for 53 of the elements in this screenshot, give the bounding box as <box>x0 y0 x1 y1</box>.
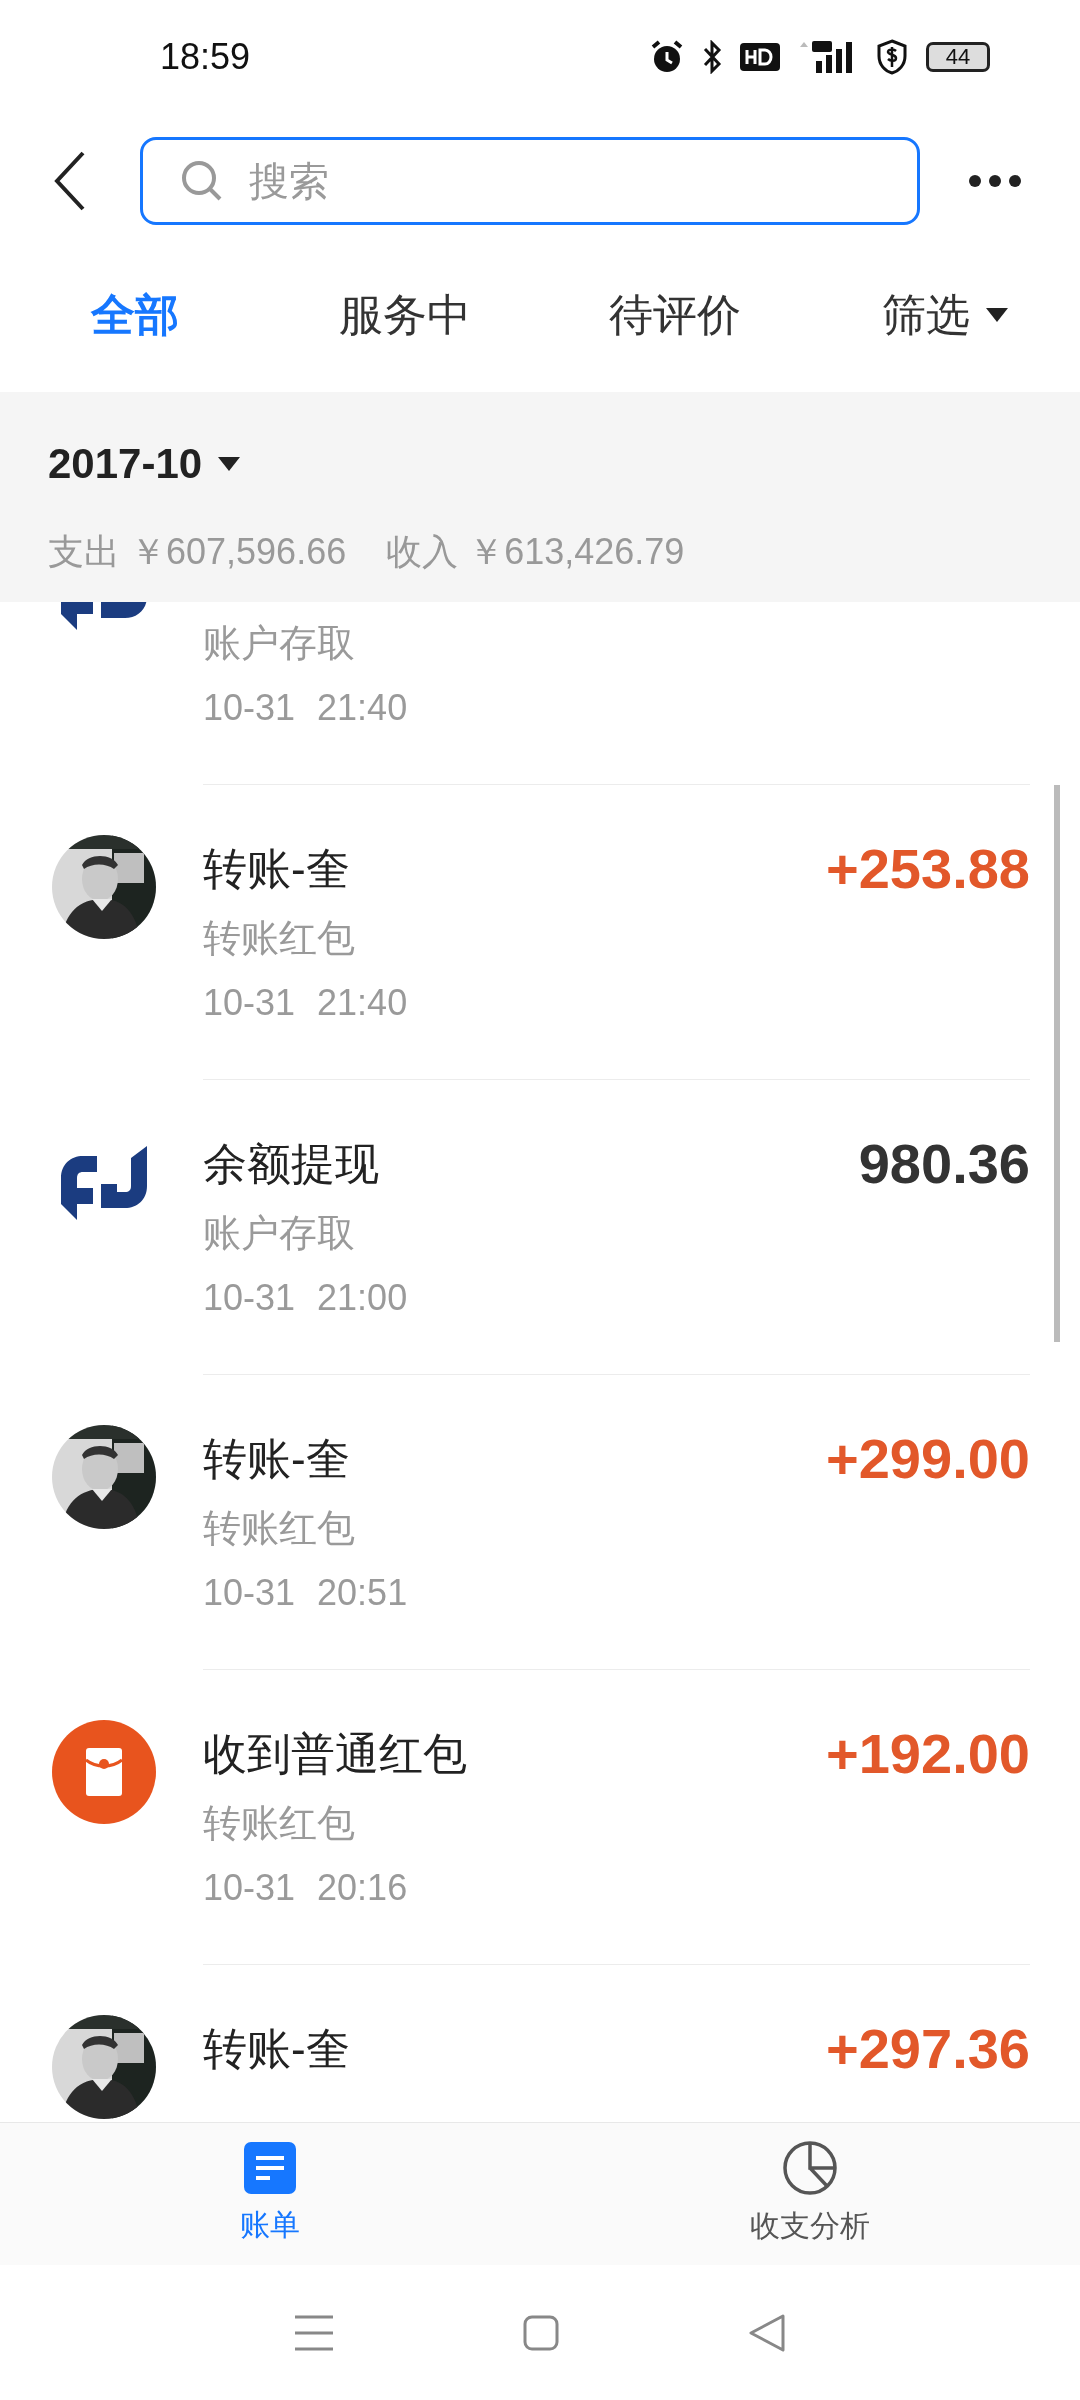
chevron-icon <box>53 151 87 211</box>
envelope-icon <box>52 1720 156 1824</box>
search-icon <box>180 159 224 203</box>
nav-tab[interactable]: 账单 <box>0 2123 540 2265</box>
hd-icon <box>740 42 780 71</box>
tab[interactable]: 服务中 <box>339 281 471 348</box>
tab[interactable]: 待评价 <box>609 281 741 348</box>
record-time: 20:51 <box>317 1571 408 1615</box>
income-total: 收入 ￥613,426.79 <box>386 530 685 574</box>
record-title[interactable]: 转账-奎 <box>203 1426 350 1492</box>
record-title[interactable]: 转账-奎 <box>203 836 350 902</box>
record-amount: +192.00 <box>826 1721 1030 1787</box>
record-category: 转账红包 <box>203 1506 355 1551</box>
record-title[interactable]: 转账-奎 <box>203 2016 350 2082</box>
record-category: 转账红包 <box>203 1801 355 1846</box>
record-date: 10-31 <box>203 686 296 730</box>
battery-icon: 44 <box>926 41 990 72</box>
record-amount: +253.88 <box>826 836 1030 902</box>
month-selector[interactable]: 2017-10 <box>48 432 203 495</box>
shield-icon <box>876 38 908 75</box>
menu-icon[interactable] <box>295 2314 333 2351</box>
record-category: 账户存取 <box>203 621 355 666</box>
list-icon <box>244 2141 296 2194</box>
filter-dropdown[interactable]: 筛选 <box>882 281 1008 348</box>
record-date: 10-31 <box>203 981 296 1025</box>
back-icon[interactable] <box>749 2313 785 2352</box>
logo-icon <box>59 1144 149 1220</box>
record-date: 10-31 <box>203 1571 296 1615</box>
record-category: 转账红包 <box>203 916 355 961</box>
expense-total: 支出 ￥607,596.66 <box>48 530 347 574</box>
search-field[interactable]: 搜索 <box>140 137 920 225</box>
record-title[interactable]: 收到普通红包 <box>203 1721 467 1787</box>
record-date: 10-31 <box>203 1866 296 1910</box>
record-amount: 980.36 <box>858 1131 1030 1197</box>
status-time: 18:59 <box>160 34 251 79</box>
record-date: 10-31 <box>203 1276 296 1320</box>
record-time: 20:16 <box>317 1866 408 1910</box>
caret-icon <box>986 307 1008 322</box>
bluetooth-icon <box>702 39 722 74</box>
record-title[interactable]: 余额提现 <box>203 1131 379 1197</box>
pie-chart-icon <box>783 2140 837 2195</box>
record-amount: +299.00 <box>826 1426 1030 1492</box>
caret-icon <box>218 456 241 471</box>
more-icon <box>968 174 1022 188</box>
record-category: 账户存取 <box>203 1211 355 1256</box>
record-amount: +297.36 <box>826 2016 1030 2082</box>
tab[interactable]: 全部 <box>91 281 179 348</box>
home-icon[interactable] <box>523 2314 559 2351</box>
nav-tab[interactable]: 收支分析 <box>540 2123 1080 2265</box>
record-time: 21:00 <box>317 1276 408 1320</box>
record-time: 21:40 <box>317 686 408 730</box>
record-time: 21:40 <box>317 981 408 1025</box>
alarm-icon <box>650 39 684 74</box>
